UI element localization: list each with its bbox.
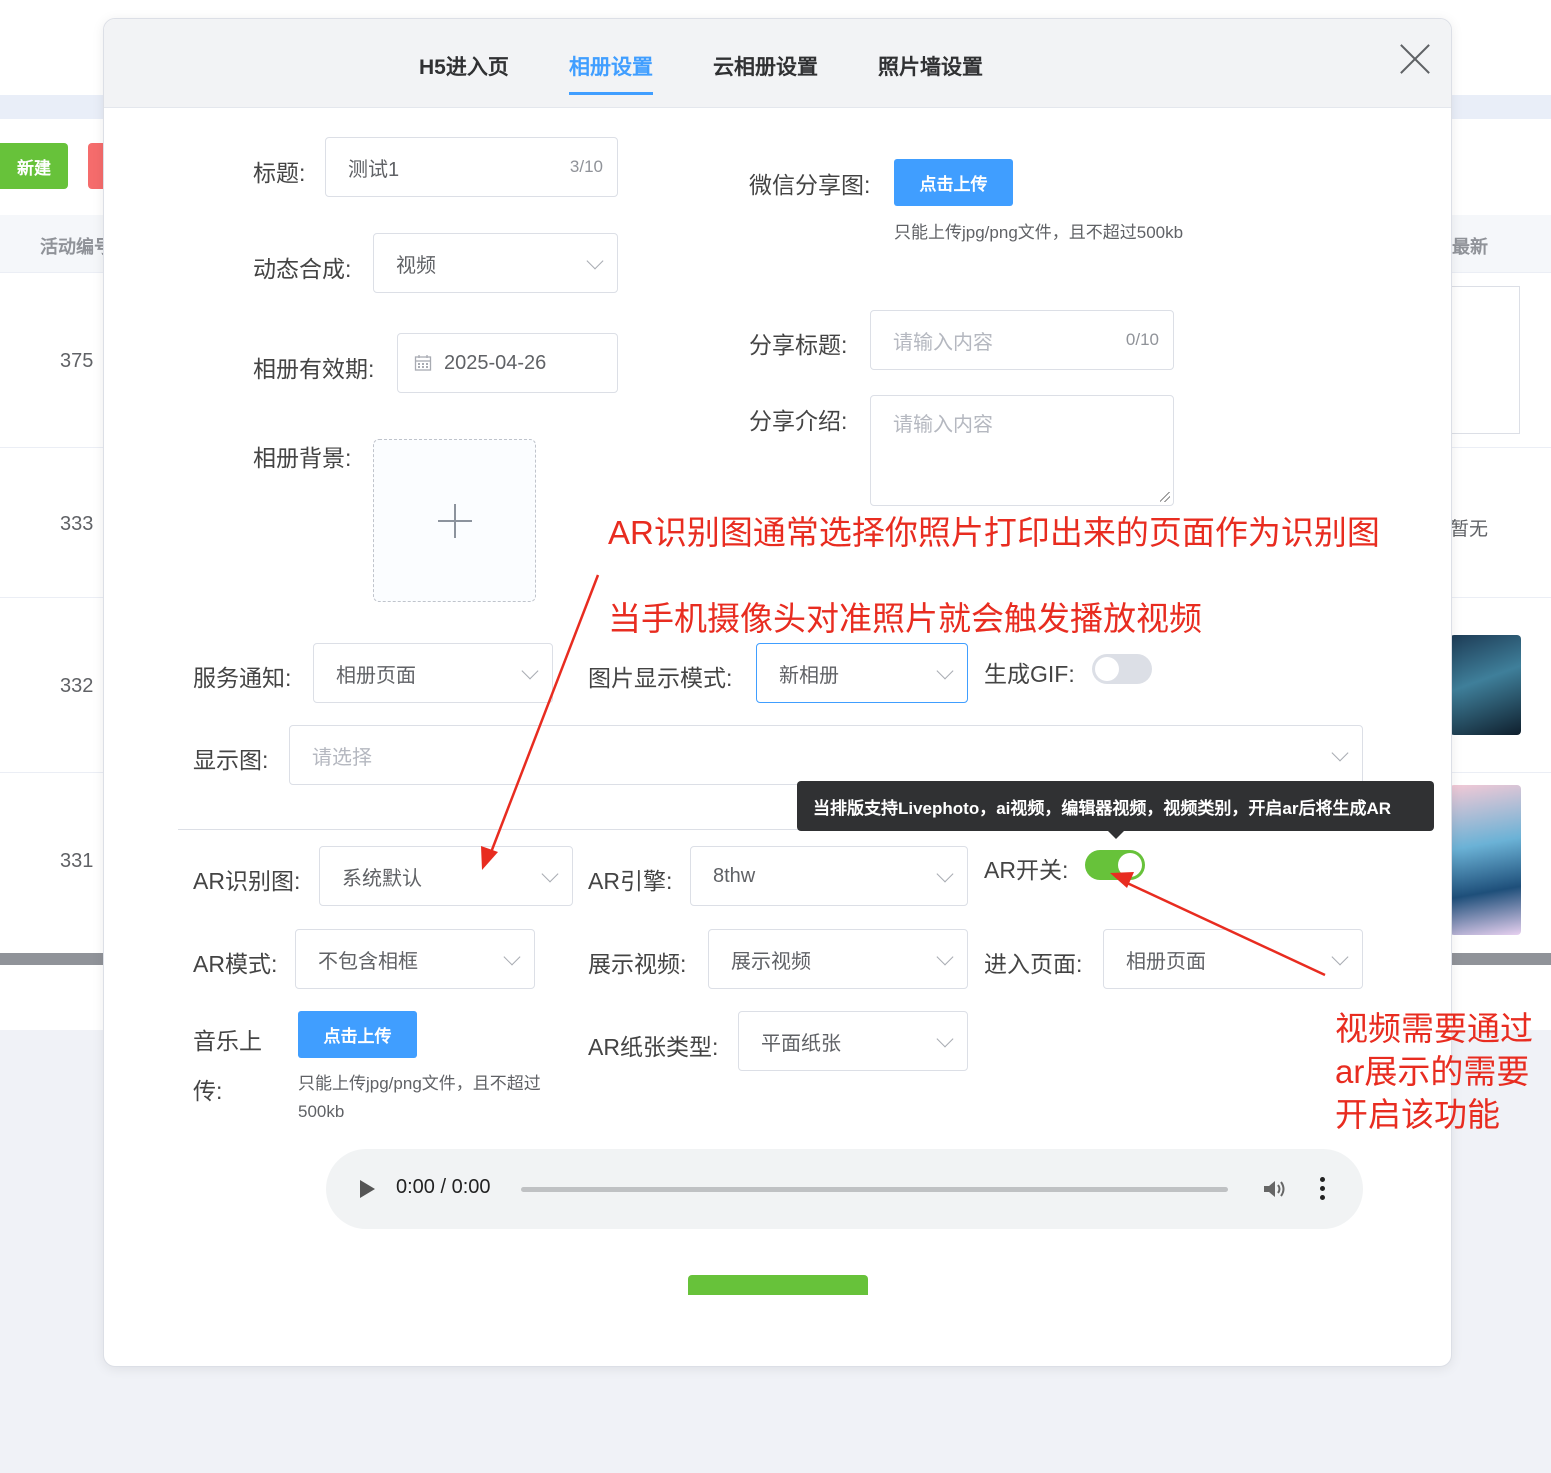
annotation-arrows — [481, 574, 1326, 977]
